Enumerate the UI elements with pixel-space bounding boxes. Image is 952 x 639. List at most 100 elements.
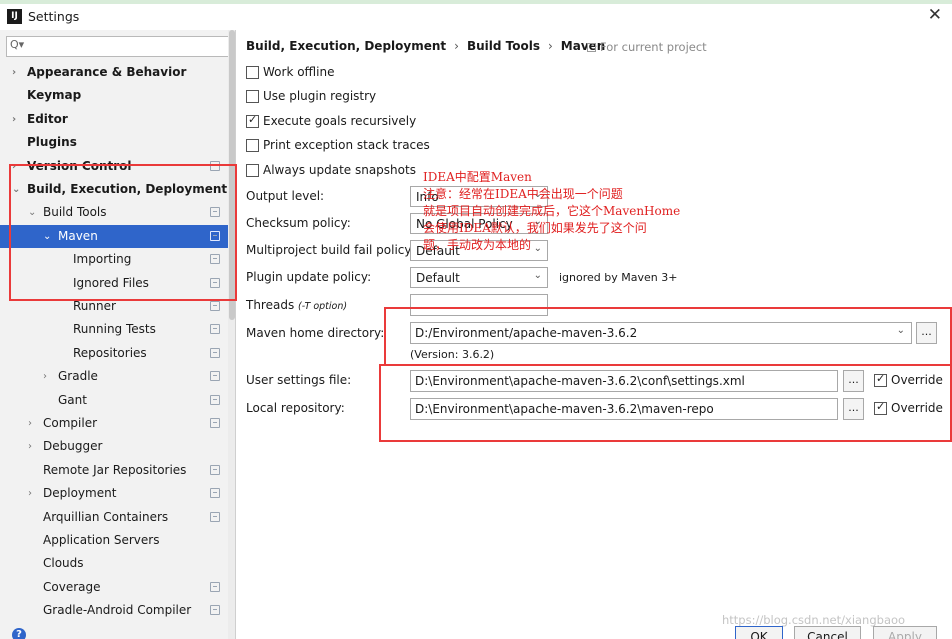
sidebar-item-label: Keymap xyxy=(27,88,82,103)
project-level-icon xyxy=(210,488,220,499)
checkbox-box[interactable] xyxy=(246,90,259,103)
project-level-icon xyxy=(210,605,220,616)
annotation-red-box-maven-home xyxy=(384,307,952,366)
window-title: Settings xyxy=(28,9,80,24)
threads-hint: (-T option) xyxy=(298,301,348,312)
dialog-button-bar: ? OK Cancel Apply xyxy=(0,626,952,639)
close-icon[interactable]: ✕ xyxy=(928,5,942,25)
sidebar-item-editor[interactable]: › Editor xyxy=(0,108,228,131)
sidebar-item-label: Appearance & Behavior xyxy=(27,65,187,79)
sidebar-item-gant[interactable]: Gant xyxy=(0,389,228,412)
dropdown-value: Default xyxy=(416,271,460,285)
sidebar-item-arquillian-containers[interactable]: Arquillian Containers xyxy=(0,506,228,529)
chevron-right-icon[interactable]: › xyxy=(43,365,47,388)
annotation-red-box-sidebar xyxy=(9,164,237,301)
annotation-red-box-settings xyxy=(379,364,952,442)
project-level-icon xyxy=(210,394,220,405)
sidebar-item-label: Debugger xyxy=(43,439,103,454)
checkbox-label: Execute goals recursively xyxy=(263,114,417,128)
maven-home-label: Maven home directory: xyxy=(246,326,385,340)
project-level-icon xyxy=(210,581,220,592)
sidebar-item-label: Compiler xyxy=(43,416,98,430)
multiproject-fail-policy-label: Multiproject build fail policy: xyxy=(246,243,415,257)
sidebar-item-label: Running Tests xyxy=(73,322,156,337)
sidebar-item-running-tests[interactable]: Running Tests xyxy=(0,318,228,341)
sidebar-item-label: Remote Jar Repositories xyxy=(43,462,187,477)
sidebar-item-label: Clouds xyxy=(43,556,84,571)
sidebar-item-label: Gradle xyxy=(58,369,98,384)
sidebar-item-plugins[interactable]: Plugins xyxy=(0,131,228,154)
checkbox-label: Print exception stack traces xyxy=(263,138,430,152)
sidebar-item-label: Gant xyxy=(58,392,87,407)
checkbox-box-checked[interactable] xyxy=(246,113,259,128)
sidebar-item-label: Gradle-Android Compiler xyxy=(43,603,192,618)
project-level-icon xyxy=(210,371,220,382)
breadcrumb-separator: › xyxy=(454,39,459,53)
sidebar-item-label: Application Servers xyxy=(43,533,160,547)
breadcrumb-part: Build, Execution, Deployment xyxy=(246,39,447,53)
plugin-update-policy-label: Plugin update policy: xyxy=(246,270,372,284)
chevron-right-icon[interactable]: › xyxy=(28,435,32,458)
project-level-icon xyxy=(210,324,220,335)
ok-button[interactable]: OK xyxy=(735,626,783,639)
output-level-label: Output level: xyxy=(246,189,325,203)
sidebar-item-keymap[interactable]: Keymap xyxy=(0,84,228,107)
project-level-icon xyxy=(210,511,220,522)
intellij-app-icon: IJ xyxy=(7,9,22,24)
project-level-icon xyxy=(210,301,220,311)
cancel-button[interactable]: Cancel xyxy=(794,626,861,639)
project-level-icon xyxy=(210,464,220,475)
checkbox-label: Always update snapshots xyxy=(263,163,416,177)
sidebar-item-label: Editor xyxy=(27,111,68,126)
project-scope-note: For current project xyxy=(587,40,707,54)
plugin-update-policy-dropdown[interactable]: Default ⌄ xyxy=(410,267,548,288)
watermark-text: https://blog.csdn.net/xiangbaoo xyxy=(722,613,906,627)
sidebar-item-repositories[interactable]: Repositories xyxy=(0,342,228,365)
settings-search-input[interactable]: Q▾ xyxy=(6,36,230,57)
breadcrumb-separator: › xyxy=(547,39,553,53)
search-icon: Q▾ xyxy=(10,38,25,51)
breadcrumb-part: Build Tools xyxy=(466,39,540,53)
sidebar-item-debugger[interactable]: › Debugger xyxy=(0,435,228,458)
user-settings-label: User settings file: xyxy=(246,373,352,387)
apply-button[interactable]: Apply xyxy=(873,626,937,639)
sidebar-item-label: Plugins xyxy=(27,135,77,150)
chevron-right-icon[interactable]: › xyxy=(12,108,16,131)
threads-label-text: Threads xyxy=(246,298,295,312)
sidebar-item-deployment[interactable]: › Deployment xyxy=(0,482,228,505)
sidebar-item-clouds[interactable]: Clouds xyxy=(0,552,228,575)
sidebar-item-appearance-behavior[interactable]: › Appearance & Behavior xyxy=(0,61,228,84)
chevron-down-icon: ⌄ xyxy=(533,270,542,281)
sidebar-item-label: Coverage xyxy=(43,579,101,594)
checkbox-box[interactable] xyxy=(246,139,259,152)
sidebar-item-remote-jar-repositories[interactable]: Remote Jar Repositories xyxy=(0,459,228,482)
sidebar-item-application-servers[interactable]: Application Servers xyxy=(0,529,228,552)
title-bar: IJ Settings ✕ xyxy=(0,4,952,30)
annotation-text: IDEA中配置Maven 注意：经常在IDEA中会出现一个问题 就是项目自动创建… xyxy=(423,170,681,252)
breadcrumb: Build, Execution, Deployment › Build Tools… xyxy=(246,39,605,53)
project-scope-label: For current project xyxy=(600,40,707,54)
checksum-policy-label: Checksum policy: xyxy=(246,216,351,230)
checkbox-label: Work offline xyxy=(263,65,335,79)
project-level-icon xyxy=(210,418,220,428)
local-repository-label: Local repository: xyxy=(246,401,345,415)
plugin-update-note: ignored by Maven 3+ xyxy=(559,271,678,284)
sidebar-item-label: Arquillian Containers xyxy=(43,509,169,524)
project-level-icon xyxy=(210,347,220,358)
help-icon[interactable]: ? xyxy=(12,628,26,639)
settings-sidebar: Q▾ › Appearance & Behavior Keymap › Editor Pl… xyxy=(0,30,236,639)
sidebar-item-label: Deployment xyxy=(43,486,117,501)
checkbox-box[interactable] xyxy=(246,164,259,177)
chevron-right-icon[interactable]: › xyxy=(28,482,32,505)
checkbox-label: Use plugin registry xyxy=(263,89,377,103)
sidebar-item-gradle-android-compiler[interactable]: Gradle-Android Compiler xyxy=(0,599,228,622)
sidebar-item-compiler[interactable]: › Compiler xyxy=(0,412,228,435)
sidebar-item-label: Repositories xyxy=(73,345,147,360)
sidebar-item-gradle[interactable]: › Gradle xyxy=(0,365,228,388)
chevron-right-icon[interactable]: › xyxy=(28,412,32,435)
chevron-right-icon[interactable]: › xyxy=(12,61,16,84)
checkbox-box[interactable] xyxy=(246,66,259,79)
threads-label: Threads (-T option) xyxy=(246,298,347,312)
sidebar-item-coverage[interactable]: Coverage xyxy=(0,576,228,599)
project-icon xyxy=(587,43,596,52)
